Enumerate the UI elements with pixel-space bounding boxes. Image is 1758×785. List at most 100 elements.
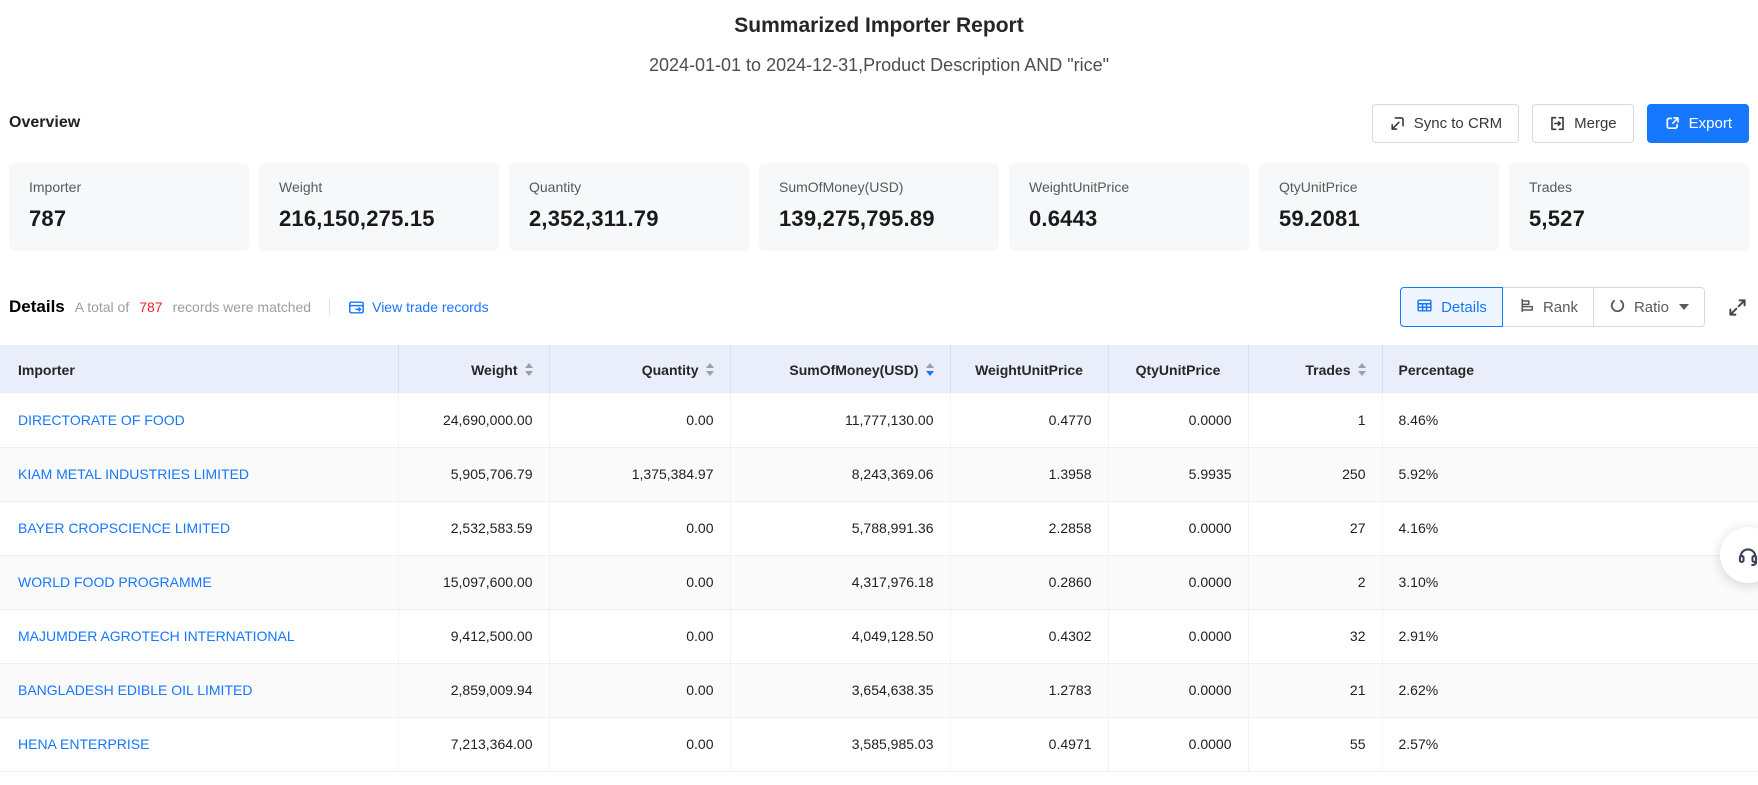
stat-card-weight: Weight 216,150,275.15 — [259, 163, 499, 251]
stat-value: 787 — [29, 206, 229, 232]
importer-link[interactable]: BAYER CROPSCIENCE LIMITED — [18, 520, 230, 536]
cell-trades: 32 — [1248, 609, 1382, 663]
importer-link[interactable]: MAJUMDER AGROTECH INTERNATIONAL — [18, 628, 295, 644]
stat-value: 5,527 — [1529, 206, 1729, 232]
stat-card-quantity: Quantity 2,352,311.79 — [509, 163, 749, 251]
column-header-inner: Weight — [471, 362, 532, 378]
column-label: Percentage — [1399, 362, 1474, 378]
toolbar: Sync to CRM Merge Export — [1372, 104, 1749, 143]
cell-sum_of_money: 3,654,638.35 — [730, 663, 950, 717]
cell-trades: 27 — [1248, 501, 1382, 555]
importer-link[interactable]: WORLD FOOD PROGRAMME — [18, 574, 212, 590]
cell-weight: 9,412,500.00 — [398, 609, 549, 663]
tab-rank-view[interactable]: Rank — [1502, 287, 1594, 327]
importer-link[interactable]: HENA ENTERPRISE — [18, 736, 149, 752]
stat-value: 216,150,275.15 — [279, 206, 479, 232]
table-row: DIRECTORATE OF FOOD24,690,000.000.0011,7… — [0, 393, 1758, 447]
cell-quantity: 0.00 — [549, 555, 730, 609]
cell-quantity: 0.00 — [549, 393, 730, 447]
importer-link[interactable]: DIRECTORATE OF FOOD — [18, 412, 185, 428]
table-grid-icon — [1416, 297, 1433, 318]
invoice-window-icon — [348, 299, 365, 316]
vertical-divider — [329, 299, 330, 315]
column-header-inner: Percentage — [1399, 362, 1474, 378]
cell-percentage: 2.91% — [1382, 609, 1758, 663]
external-arrow-icon — [1664, 115, 1681, 132]
cell-trades: 2 — [1248, 555, 1382, 609]
cell-weight_unit_price: 0.4971 — [950, 717, 1108, 771]
stat-label: SumOfMoney(USD) — [779, 179, 979, 195]
tab-rank-label: Rank — [1543, 299, 1578, 316]
view-trade-records-link[interactable]: View trade records — [348, 299, 488, 316]
stat-value: 2,352,311.79 — [529, 206, 729, 232]
cell-weight: 2,532,583.59 — [398, 501, 549, 555]
column-label: Importer — [18, 362, 75, 378]
sort-arrows-icon — [926, 363, 934, 376]
column-label: SumOfMoney(USD) — [789, 362, 918, 378]
column-header-weight[interactable]: Weight — [398, 345, 549, 393]
view-trade-records-label: View trade records — [372, 299, 488, 315]
caret-down-icon — [1679, 304, 1689, 310]
report-header: Summarized Importer Report 2024-01-01 to… — [0, 0, 1758, 77]
column-label: QtyUnitPrice — [1136, 362, 1221, 378]
tab-details-label: Details — [1441, 299, 1487, 316]
sync-to-crm-button[interactable]: Sync to CRM — [1372, 104, 1519, 143]
column-header-sum_of_money[interactable]: SumOfMoney(USD) — [730, 345, 950, 393]
bar-chart-icon — [1518, 297, 1535, 318]
tab-details-view[interactable]: Details — [1400, 287, 1503, 327]
merge-button[interactable]: Merge — [1532, 104, 1634, 143]
cell-weight: 24,690,000.00 — [398, 393, 549, 447]
column-header-percentage: Percentage — [1382, 345, 1758, 393]
cell-trades: 1 — [1248, 393, 1382, 447]
cell-quantity: 0.00 — [549, 717, 730, 771]
cell-percentage: 8.46% — [1382, 393, 1758, 447]
cell-sum_of_money: 4,049,128.50 — [730, 609, 950, 663]
tab-ratio-view[interactable]: Ratio — [1593, 287, 1705, 327]
column-label: Quantity — [642, 362, 699, 378]
page-subtitle: 2024-01-01 to 2024-12-31,Product Descrip… — [0, 53, 1758, 77]
sync-to-crm-label: Sync to CRM — [1414, 115, 1502, 132]
cell-weight_unit_price: 1.3958 — [950, 447, 1108, 501]
cell-weight_unit_price: 0.2860 — [950, 555, 1108, 609]
stat-card-qtyunitprice: QtyUnitPrice59.2081 — [1259, 163, 1499, 251]
cell-quantity: 0.00 — [549, 501, 730, 555]
cell-importer: MAJUMDER AGROTECH INTERNATIONAL — [0, 609, 398, 663]
export-button[interactable]: Export — [1647, 104, 1749, 143]
column-header-inner: Trades — [1305, 362, 1365, 378]
cell-qty_unit_price: 0.0000 — [1108, 555, 1248, 609]
importer-link[interactable]: BANGLADESH EDIBLE OIL LIMITED — [18, 682, 252, 698]
stat-card-trades: Trades 5,527 — [1509, 163, 1749, 251]
export-label: Export — [1689, 115, 1732, 132]
cell-sum_of_money: 3,585,985.03 — [730, 717, 950, 771]
stat-label: Weight — [279, 179, 479, 195]
column-header-quantity[interactable]: Quantity — [549, 345, 730, 393]
tab-ratio-label: Ratio — [1634, 299, 1669, 316]
details-bar-right: Details Rank Ratio — [1400, 287, 1749, 327]
view-switcher: Details Rank Ratio — [1400, 287, 1705, 327]
merge-cells-icon — [1549, 115, 1566, 132]
cell-percentage: 2.57% — [1382, 717, 1758, 771]
cell-qty_unit_price: 0.0000 — [1108, 717, 1248, 771]
stat-label: Quantity — [529, 179, 729, 195]
expand-corners-icon — [1727, 297, 1748, 318]
headset-icon — [1736, 543, 1758, 567]
column-header-inner: SumOfMoney(USD) — [789, 362, 933, 378]
overview-bar: Overview Sync to CRM Merge — [0, 103, 1758, 143]
cell-importer: BANGLADESH EDIBLE OIL LIMITED — [0, 663, 398, 717]
column-header-inner: Importer — [18, 362, 75, 378]
cell-quantity: 0.00 — [549, 609, 730, 663]
cell-weight: 2,859,009.94 — [398, 663, 549, 717]
cell-weight_unit_price: 2.2858 — [950, 501, 1108, 555]
table-row: BANGLADESH EDIBLE OIL LIMITED 2,859,009.9… — [0, 663, 1758, 717]
cell-percentage: 3.10% — [1382, 555, 1758, 609]
stat-label: Trades — [1529, 179, 1729, 195]
cell-trades: 21 — [1248, 663, 1382, 717]
column-header-trades[interactable]: Trades — [1248, 345, 1382, 393]
cell-quantity: 1,375,384.97 — [549, 447, 730, 501]
importer-link[interactable]: KIAM METAL INDUSTRIES LIMITED — [18, 466, 249, 482]
sort-arrows-icon — [1358, 363, 1366, 376]
cell-trades: 250 — [1248, 447, 1382, 501]
cell-weight_unit_price: 0.4302 — [950, 609, 1108, 663]
fullscreen-button[interactable] — [1725, 295, 1749, 319]
importer-table: ImporterWeightQuantitySumOfMoney(USD)Wei… — [0, 345, 1758, 772]
